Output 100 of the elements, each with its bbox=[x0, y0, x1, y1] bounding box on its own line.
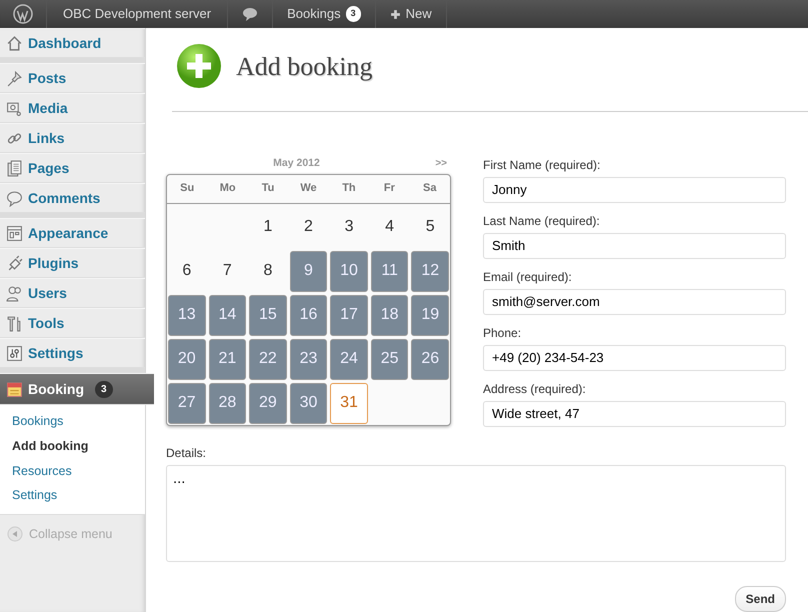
new-label: New bbox=[406, 5, 432, 24]
sidebar-item[interactable]: Media bbox=[0, 93, 145, 123]
input-field[interactable]: Wide street, 47 bbox=[483, 400, 786, 427]
sidebar-item-label: Plugins bbox=[28, 254, 79, 273]
input-field[interactable]: Smith bbox=[483, 232, 786, 259]
calendar-day[interactable]: 29 bbox=[249, 382, 287, 424]
field-label: Last Name (required): bbox=[483, 212, 601, 230]
submenu-item[interactable]: Settings bbox=[0, 483, 145, 508]
plus-icon bbox=[390, 8, 401, 20]
calendar-day[interactable]: 1 bbox=[249, 206, 287, 248]
calendar-day[interactable]: 21 bbox=[208, 338, 246, 380]
calendar-day[interactable]: 9 bbox=[290, 250, 328, 292]
calendar-day[interactable]: 13 bbox=[168, 294, 206, 336]
site-name-link[interactable]: OBC Development server bbox=[47, 0, 228, 28]
bookings-count-badge: 3 bbox=[346, 6, 361, 22]
sidebar-item-label: Comments bbox=[28, 188, 100, 208]
sidebar-item[interactable]: Appearance bbox=[0, 218, 145, 248]
calendar-day[interactable]: 3 bbox=[330, 206, 368, 248]
calendar-month: May 2012 bbox=[273, 156, 320, 169]
calendar-day[interactable]: 2 bbox=[290, 206, 328, 248]
tools-icon bbox=[6, 314, 23, 332]
weekday-label: Mo bbox=[218, 181, 237, 196]
pages-icon bbox=[6, 160, 23, 176]
sidebar-item[interactable]: Dashboard bbox=[0, 28, 145, 58]
submenu-item[interactable]: Resources bbox=[0, 458, 145, 484]
speech-bubble-icon bbox=[6, 190, 23, 206]
field-label: Address (required): bbox=[483, 380, 587, 398]
sidebar-item[interactable]: Booking 3 bbox=[0, 373, 154, 405]
calendar-day[interactable]: 11 bbox=[370, 250, 408, 292]
sidebar-item-label: Pages bbox=[28, 158, 70, 178]
calendar-day[interactable]: 27 bbox=[168, 382, 206, 424]
details-textarea[interactable]: ... bbox=[166, 464, 786, 562]
submenu-item[interactable]: Bookings bbox=[0, 409, 145, 434]
media-icon bbox=[6, 100, 23, 116]
layout-icon bbox=[6, 224, 23, 242]
calendar-day[interactable]: 19 bbox=[411, 294, 449, 336]
calendar-day[interactable]: 22 bbox=[249, 338, 287, 380]
weekday-label: Su bbox=[179, 181, 196, 196]
new-menu-link[interactable]: New bbox=[376, 0, 447, 28]
sidebar-item-label: Appearance bbox=[28, 224, 108, 243]
calendar-day[interactable]: 26 bbox=[411, 338, 449, 380]
field-label: Details: bbox=[166, 444, 208, 462]
submenu-item[interactable]: Add booking bbox=[0, 434, 145, 458]
pin-icon bbox=[6, 70, 23, 86]
calendar-day[interactable]: 30 bbox=[290, 382, 328, 424]
calendar-day[interactable]: 5 bbox=[411, 206, 449, 248]
calendar-day[interactable]: 6 bbox=[168, 250, 206, 292]
calendar-day[interactable]: 24 bbox=[330, 338, 368, 380]
sidebar-item-label: Dashboard bbox=[28, 34, 102, 52]
weekday-label: Sa bbox=[422, 181, 438, 196]
weekday-label: Fr bbox=[382, 181, 396, 196]
calendar-day[interactable]: 14 bbox=[208, 294, 246, 336]
sidebar-item-label: Posts bbox=[28, 68, 66, 88]
calendar-day[interactable]: 23 bbox=[290, 338, 328, 380]
field-label: Phone: bbox=[483, 324, 522, 342]
wordpress-logo-icon bbox=[13, 4, 33, 24]
calendar-day[interactable]: 15 bbox=[249, 294, 287, 336]
input-field[interactable]: Jonny bbox=[483, 176, 786, 203]
sidebar-item-label: Settings bbox=[28, 344, 84, 363]
calendar-day[interactable]: 25 bbox=[370, 338, 408, 380]
sidebar-item[interactable]: Comments bbox=[0, 183, 145, 213]
input-field[interactable]: smith@server.com bbox=[483, 288, 786, 315]
weekday-label: Tu bbox=[260, 181, 276, 196]
bookings-menu-link[interactable]: Bookings 3 bbox=[273, 0, 376, 28]
calendar-day[interactable]: 18 bbox=[370, 294, 408, 336]
next-month-link[interactable]: >> bbox=[435, 156, 447, 171]
calendar-day[interactable]: 10 bbox=[330, 250, 368, 292]
calendar-icon bbox=[6, 380, 23, 398]
calendar-day[interactable]: 7 bbox=[208, 250, 246, 292]
calendar-day[interactable]: 28 bbox=[208, 382, 246, 424]
calendar-day[interactable]: 8 bbox=[249, 250, 287, 292]
sidebar-item[interactable]: Users bbox=[0, 278, 145, 308]
sidebar-item-label: Tools bbox=[28, 314, 64, 332]
plug-icon bbox=[6, 254, 23, 272]
calendar-day[interactable]: 16 bbox=[290, 294, 328, 336]
sliders-icon bbox=[6, 344, 23, 362]
calendar-day[interactable]: 17 bbox=[330, 294, 368, 336]
users-icon bbox=[6, 284, 23, 302]
sidebar-item-label: Booking bbox=[28, 380, 84, 399]
sidebar-item[interactable]: Plugins bbox=[0, 248, 145, 278]
calendar-day[interactable]: 4 bbox=[370, 206, 408, 248]
calendar-day[interactable]: 20 bbox=[168, 338, 206, 380]
count-badge: 3 bbox=[95, 380, 113, 398]
page-title: Add booking bbox=[236, 50, 372, 82]
comment-icon bbox=[242, 6, 258, 22]
sidebar-item[interactable]: Pages bbox=[0, 153, 145, 183]
sidebar-item-label: Users bbox=[28, 284, 67, 302]
bookings-label: Bookings bbox=[287, 5, 341, 24]
sidebar-item-label: Links bbox=[28, 128, 65, 148]
field-label: Email (required): bbox=[483, 268, 573, 286]
calendar-day[interactable]: 31 bbox=[330, 382, 368, 424]
field-label: First Name (required): bbox=[483, 156, 602, 174]
sidebar-item[interactable]: Settings bbox=[0, 338, 145, 368]
send-button[interactable]: Send bbox=[734, 586, 786, 612]
input-field[interactable]: +49 (20) 234-54-23 bbox=[483, 344, 786, 371]
sidebar-item[interactable]: Posts bbox=[0, 63, 145, 93]
house-icon bbox=[6, 34, 23, 52]
sidebar-item[interactable]: Links bbox=[0, 123, 145, 153]
sidebar-item[interactable]: Tools bbox=[0, 308, 145, 338]
calendar-day[interactable]: 12 bbox=[411, 250, 449, 292]
